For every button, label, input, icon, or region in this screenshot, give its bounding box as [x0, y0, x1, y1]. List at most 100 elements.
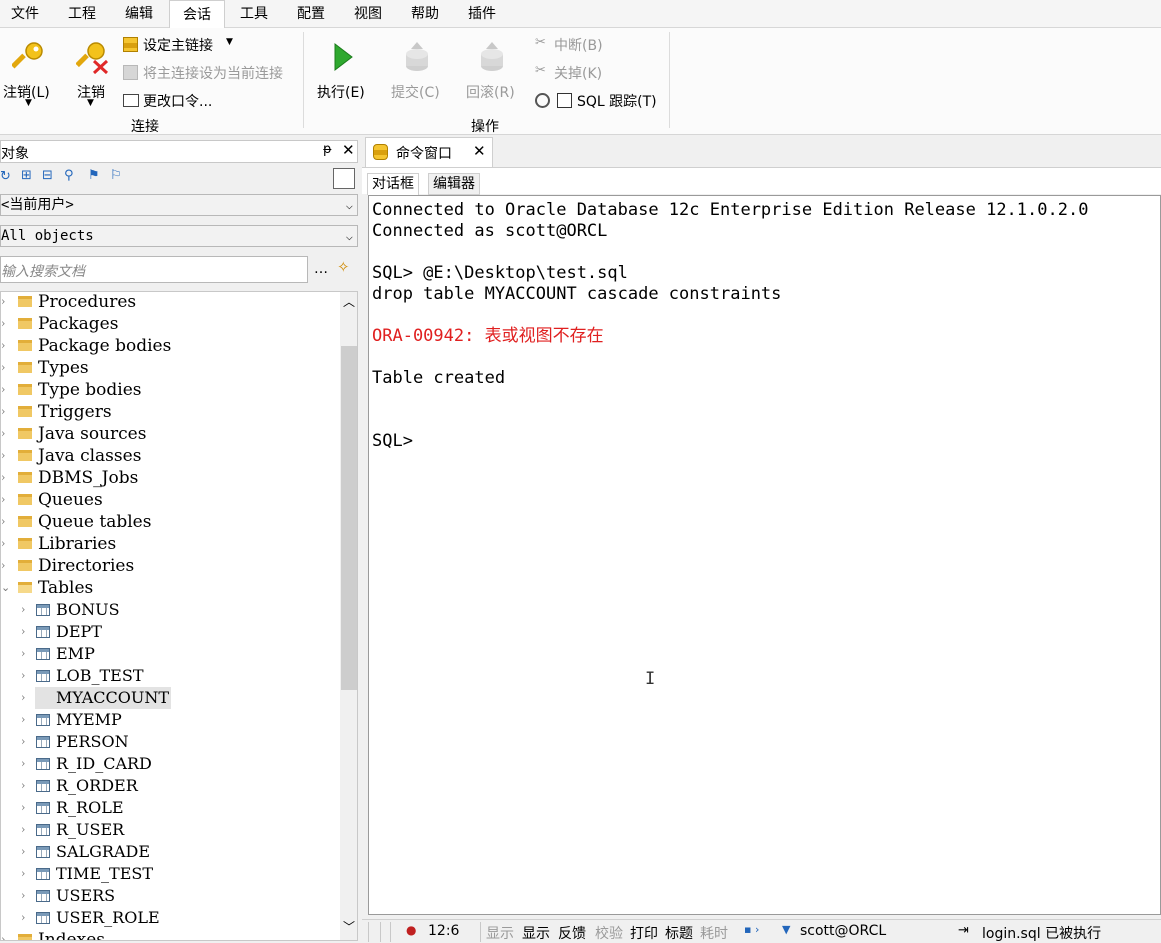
rollback-button[interactable]: 回滚(R) [462, 28, 522, 112]
commit-button[interactable]: 提交(C) [388, 28, 446, 112]
status-heading[interactable]: 标题 [665, 923, 693, 943]
tree-table-item[interactable]: › DEPT [1, 621, 337, 643]
expand-all-icon[interactable]: ⊞ [21, 168, 32, 183]
chevron-right-icon[interactable]: › [1, 357, 5, 379]
chevron-right-icon[interactable]: › [21, 819, 25, 841]
change-password-button[interactable]: 更改口令... [123, 90, 228, 112]
tab-dialog[interactable]: 对话框 [367, 173, 419, 195]
tree-folder-item[interactable]: › Procedures [1, 292, 337, 313]
chevron-right-icon[interactable]: › [21, 709, 25, 731]
chevron-right-icon[interactable]: › [21, 643, 25, 665]
chevron-right-icon[interactable]: › [21, 665, 25, 687]
close-icon[interactable]: ✕ [473, 142, 486, 160]
tree-table-item[interactable]: › R_ID_CARD [1, 753, 337, 775]
more-icon[interactable]: … [314, 261, 328, 277]
menu-edit[interactable]: 编辑 [113, 0, 165, 28]
tab-command-window[interactable]: 命令窗口 ✕ [365, 137, 493, 167]
sql-trace-checkbox[interactable] [557, 93, 572, 108]
chevron-right-icon[interactable]: › [1, 929, 5, 940]
chevron-right-icon[interactable]: › [1, 533, 5, 555]
status-print[interactable]: 打印 [630, 923, 658, 943]
chevron-right-icon[interactable]: › [1, 555, 5, 577]
tree-folder-item[interactable]: › Packages [1, 313, 337, 335]
menu-session[interactable]: 会话 [169, 0, 225, 29]
chevron-right-icon[interactable]: › [21, 687, 25, 709]
logoff-button[interactable]: 注销 ▼ [72, 28, 114, 112]
owner-select[interactable]: <当前用户> ⌵ [0, 194, 358, 216]
chevron-right-icon[interactable]: › [21, 731, 25, 753]
tree-table-item[interactable]: › R_ORDER [1, 775, 337, 797]
tree-table-item[interactable]: › MYACCOUNT [1, 687, 337, 709]
tree-table-item[interactable]: › R_USER [1, 819, 337, 841]
collapse-all-icon[interactable]: ⊟ [42, 168, 53, 183]
chevron-right-icon[interactable]: › [21, 753, 25, 775]
kill-button[interactable]: ✂ 关掉(K) [535, 62, 615, 84]
sql-trace-toggle[interactable]: SQL 跟踪(T) [535, 90, 665, 112]
filter-icon[interactable]: ⚑ [88, 168, 100, 183]
close-icon[interactable]: ✕ [342, 141, 355, 159]
find-icon[interactable]: ⚲ [64, 168, 74, 183]
chevron-down-icon[interactable]: ﹀ [343, 918, 355, 935]
chevron-right-icon[interactable]: › [1, 292, 5, 313]
tree-table-item[interactable]: › PERSON [1, 731, 337, 753]
pin-icon[interactable]: ᵽ [323, 142, 332, 157]
tree-folder-item[interactable]: › Java sources [1, 423, 337, 445]
chevron-right-icon[interactable]: › [1, 423, 5, 445]
tree-table-item[interactable]: › BONUS [1, 599, 337, 621]
menu-view[interactable]: 视图 [342, 0, 394, 28]
chevron-right-icon[interactable]: › [21, 621, 25, 643]
command-console[interactable]: Connected to Oracle Database 12c Enterpr… [368, 195, 1161, 915]
refresh-icon[interactable]: ↻ [0, 169, 11, 184]
chevron-right-icon[interactable]: › [1, 511, 5, 533]
chevron-right-icon[interactable]: › [1, 489, 5, 511]
chevron-right-icon[interactable]: › [21, 863, 25, 885]
status-verify[interactable]: 校验 [595, 923, 623, 943]
tree-folder-item[interactable]: ⌄ Tables [1, 577, 337, 599]
status-nav-icon[interactable]: ▪ › [744, 923, 759, 936]
chevron-right-icon[interactable]: › [21, 797, 25, 819]
tree-table-item[interactable]: › TIME_TEST [1, 863, 337, 885]
filter-edit-icon[interactable]: ⚐ [110, 168, 122, 183]
break-button[interactable]: ✂ 中断(B) [535, 34, 615, 56]
tree-folder-item[interactable]: › Package bodies [1, 335, 337, 357]
menu-help[interactable]: 帮助 [399, 0, 451, 28]
chevron-right-icon[interactable]: › [21, 885, 25, 907]
set-primary-button[interactable]: 设定主链接 ▼ [123, 34, 243, 56]
tree-folder-item[interactable]: › Types [1, 357, 337, 379]
chevron-down-icon[interactable]: ▼ [782, 923, 790, 936]
chevron-right-icon[interactable]: › [21, 907, 25, 929]
status-show[interactable]: 显示 [522, 923, 550, 943]
toolbar-square-button[interactable] [333, 168, 355, 189]
menu-project[interactable]: 工程 [56, 0, 108, 28]
tree-folder-item[interactable]: › Queue tables [1, 511, 337, 533]
chevron-right-icon[interactable]: › [1, 313, 5, 335]
chevron-right-icon[interactable]: › [1, 379, 5, 401]
tree-scrollbar[interactable]: ︿ ﹀ [340, 292, 357, 940]
status-timing[interactable]: 耗时 [700, 923, 728, 943]
tree-table-item[interactable]: › R_ROLE [1, 797, 337, 819]
tree-folder-item[interactable]: › DBMS_Jobs [1, 467, 337, 489]
chevron-right-icon[interactable]: › [1, 335, 5, 357]
menu-file[interactable]: 文件 [0, 0, 50, 28]
tree-table-item[interactable]: › EMP [1, 643, 337, 665]
chevron-right-icon[interactable]: ⌄ [1, 577, 10, 599]
scrollbar-thumb[interactable] [341, 346, 357, 690]
menu-config[interactable]: 配置 [285, 0, 337, 28]
tree-folder-item[interactable]: › Type bodies [1, 379, 337, 401]
tab-editor[interactable]: 编辑器 [428, 173, 480, 195]
status-feedback[interactable]: 反馈 [558, 923, 586, 943]
menu-plugins[interactable]: 插件 [456, 0, 508, 28]
menu-tools[interactable]: 工具 [228, 0, 280, 28]
chevron-right-icon[interactable]: › [1, 467, 5, 489]
new-item-icon[interactable]: ✧ [337, 258, 350, 276]
tree-table-item[interactable]: › USER_ROLE [1, 907, 337, 929]
chevron-right-icon[interactable]: › [1, 445, 5, 467]
tree-folder-item[interactable]: › Queues [1, 489, 337, 511]
tree-table-item[interactable]: › LOB_TEST [1, 665, 337, 687]
search-input[interactable]: 输入搜索文档 [0, 256, 308, 283]
execute-button[interactable]: 执行(E) [314, 28, 372, 112]
chevron-up-icon[interactable]: ︿ [343, 293, 355, 310]
tree-folder-item[interactable]: › Libraries [1, 533, 337, 555]
tree-folder-item[interactable]: › Directories [1, 555, 337, 577]
set-primary-current-button[interactable]: 将主连接设为当前连接 [123, 62, 295, 84]
